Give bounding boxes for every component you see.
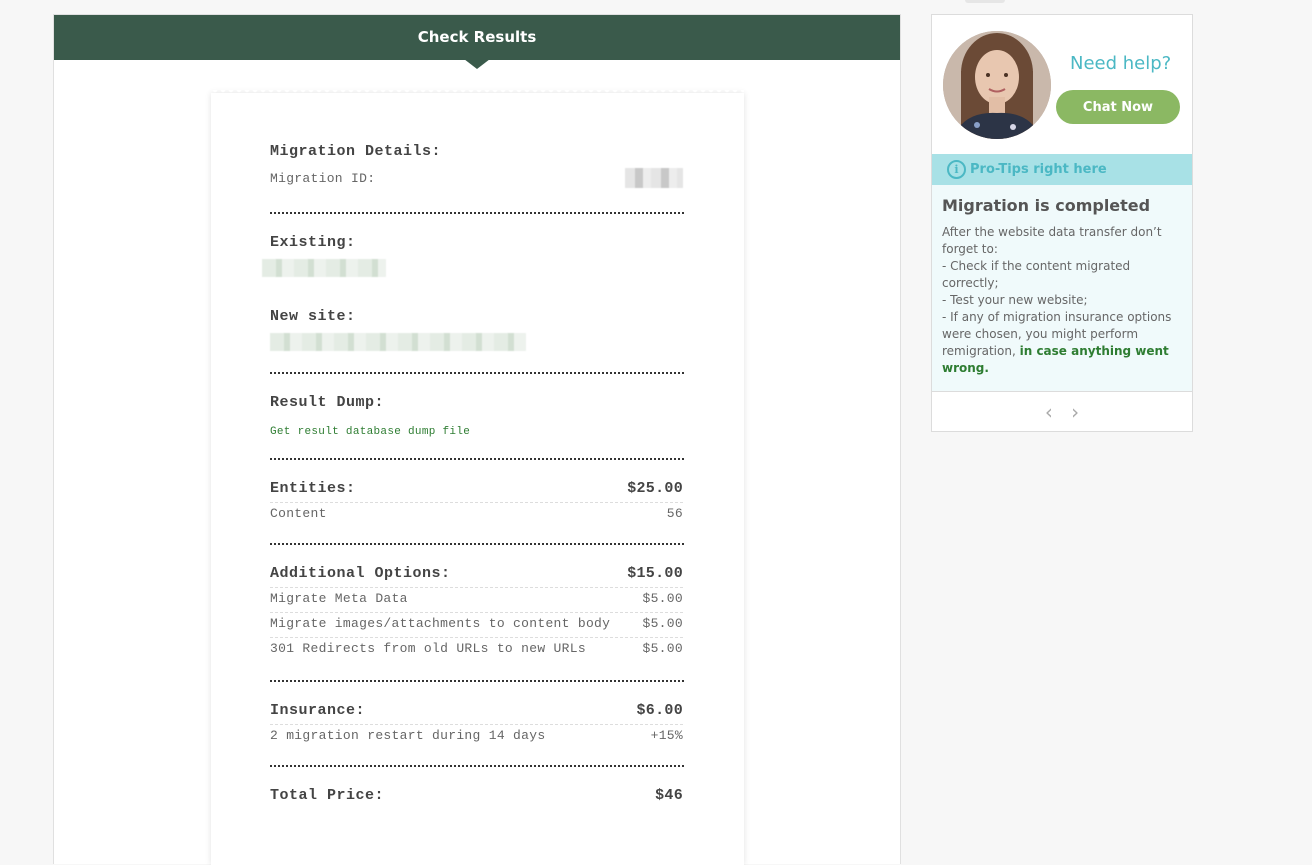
chevron-right-icon[interactable]: › <box>1071 393 1079 431</box>
total-value: $46 <box>655 787 683 804</box>
entities-section: Entities: $25.00 Content 56 <box>270 480 683 521</box>
pro-tips-bar: i Pro-Tips right here <box>932 154 1192 192</box>
divider <box>270 680 684 682</box>
insurance-label: 2 migration restart during 14 days <box>270 728 546 743</box>
pro-tips-label: Pro-Tips right here <box>970 162 1107 177</box>
new-site-title: New site: <box>270 308 356 325</box>
total-label: Total Price: <box>270 787 385 804</box>
entities-header-row: Entities: $25.00 <box>270 480 683 497</box>
list-item: Migrate images/attachments to content bo… <box>270 616 683 631</box>
tip-title: Migration is completed <box>942 196 1151 215</box>
entities-title: Entities: <box>270 480 356 497</box>
thin-divider <box>270 587 683 588</box>
migration-id-row: Migration ID: <box>270 168 683 188</box>
support-agent-avatar <box>943 31 1051 139</box>
result-dump-link-row: Get result database dump file <box>270 421 683 439</box>
additional-options-section: Additional Options: $15.00 Migrate Meta … <box>270 565 683 656</box>
help-sidebar: Need help? Chat Now i Pro-Tips right her… <box>931 14 1193 432</box>
tip-text: After the website data transfer don’t fo… <box>942 224 1182 377</box>
entity-label: Content <box>270 506 327 521</box>
chevron-left-icon[interactable]: ‹ <box>1045 393 1053 431</box>
migration-details-title: Migration Details: <box>270 143 442 160</box>
insurance-value: +15% <box>650 728 683 743</box>
option-label: 301 Redirects from old URLs to new URLs <box>270 641 586 656</box>
option-label: Migrate images/attachments to content bo… <box>270 616 611 631</box>
tip-line: - If any of migration insurance options … <box>942 309 1182 377</box>
existing-section: Existing: <box>262 234 683 282</box>
check-results-panel: Check Results Migration Details: Migrati… <box>53 14 901 865</box>
list-item: 2 migration restart during 14 days +15% <box>270 728 683 743</box>
existing-url-redacted <box>262 259 386 277</box>
migration-id-label: Migration ID: <box>270 170 376 186</box>
panel-header: Check Results <box>54 15 900 69</box>
existing-url-row <box>262 259 683 282</box>
tip-box: Migration is completed After the website… <box>932 185 1192 392</box>
divider <box>270 458 684 460</box>
existing-title: Existing: <box>270 234 356 251</box>
receipt-torn-edge <box>211 90 744 94</box>
option-value: $5.00 <box>642 591 683 606</box>
thin-divider <box>270 502 683 503</box>
total-section: Total Price: $46 <box>270 787 683 804</box>
divider <box>270 372 684 374</box>
insurance-section: Insurance: $6.00 2 migration restart dur… <box>270 702 683 743</box>
insurance-title: Insurance: <box>270 702 366 719</box>
thin-divider <box>270 724 683 725</box>
entity-value: 56 <box>666 506 683 521</box>
result-dump-title: Result Dump: <box>270 394 385 411</box>
option-label: Migrate Meta Data <box>270 591 408 606</box>
tip-navigation: ‹ › <box>932 393 1192 431</box>
thin-divider <box>270 637 683 638</box>
result-dump-section: Result Dump: Get result database dump fi… <box>270 394 683 439</box>
additional-options-header-row: Additional Options: $15.00 <box>270 565 683 582</box>
new-site-url-redacted <box>270 333 526 351</box>
divider <box>270 765 684 767</box>
migration-details-section: Migration Details: Migration ID: <box>270 143 683 188</box>
receipt: Migration Details: Migration ID: Existin… <box>211 90 744 865</box>
thin-divider <box>270 612 683 613</box>
list-item: Migrate Meta Data $5.00 <box>270 591 683 606</box>
insurance-total: $6.00 <box>636 702 683 719</box>
divider <box>270 543 684 545</box>
option-value: $5.00 <box>642 616 683 631</box>
new-site-url-row <box>270 333 683 356</box>
avatar-portrait <box>943 31 1051 139</box>
additional-options-title: Additional Options: <box>270 565 451 582</box>
new-site-section: New site: <box>270 308 683 356</box>
tip-line: - Test your new website; <box>942 293 1088 307</box>
tip-line: - Check if the content migrated correctl… <box>942 259 1131 290</box>
additional-options-total: $15.00 <box>627 565 683 582</box>
info-icon: i <box>947 160 966 179</box>
list-item: 301 Redirects from old URLs to new URLs … <box>270 641 683 656</box>
page-title: Check Results <box>417 28 537 46</box>
need-help-heading: Need help? <box>1070 53 1172 74</box>
list-item: Content 56 <box>270 506 683 521</box>
entities-total: $25.00 <box>627 480 683 497</box>
result-dump-link[interactable]: Get result database dump file <box>270 426 470 438</box>
chat-now-button[interactable]: Chat Now <box>1056 90 1180 124</box>
option-value: $5.00 <box>642 641 683 656</box>
header-pointer <box>464 59 490 69</box>
insurance-header-row: Insurance: $6.00 <box>270 702 683 719</box>
divider <box>270 212 684 214</box>
top-decoration <box>965 0 1005 3</box>
migration-id-value-redacted <box>625 168 683 188</box>
tip-intro: After the website data transfer don’t fo… <box>942 225 1162 256</box>
total-row: Total Price: $46 <box>270 787 683 804</box>
